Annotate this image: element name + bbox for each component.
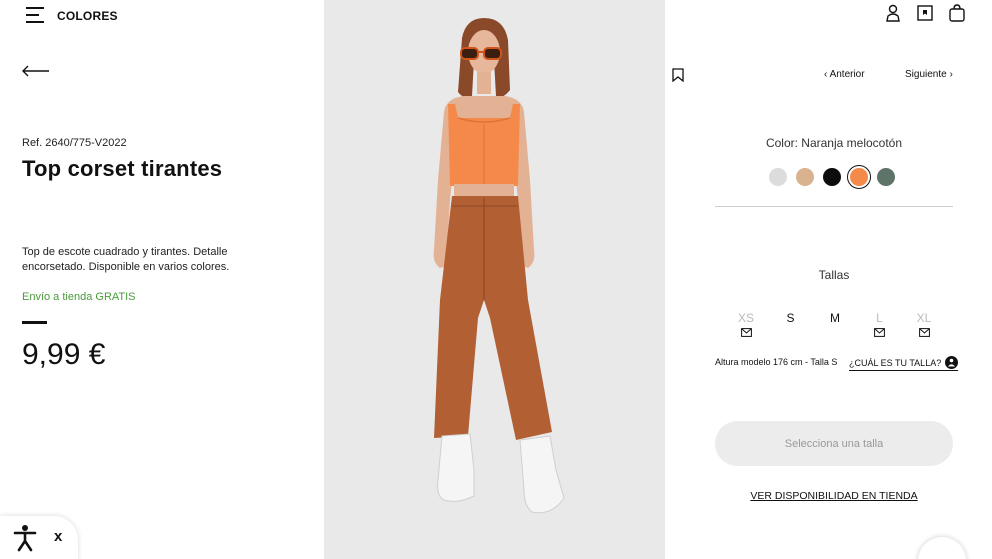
swatch-orange[interactable] [847,165,871,189]
previous-product-link[interactable]: ‹ Anterior [824,69,865,80]
size-option-xs[interactable]: XS [726,311,766,337]
notify-mail-icon [740,328,752,337]
color-swatches [769,165,895,189]
size-options: XS S M L XL [726,311,944,337]
size-label: S [786,311,795,325]
user-icon[interactable] [884,4,902,22]
size-guide-link[interactable]: ¿CUÁL ES TU TALLA? [849,356,959,371]
product-price: 9,99 € [22,338,106,371]
header-icons [884,4,966,22]
size-label: XS [737,311,754,325]
color-label: Color: Naranja melocotón [765,136,903,150]
sizes-label: Tallas [818,268,850,282]
model-size-info: Altura modelo 176 cm - Talla S [715,357,838,367]
previous-label: Anterior [829,69,865,80]
price-divider [22,321,47,324]
bookmark-icon[interactable] [916,4,934,22]
bag-icon[interactable] [948,4,966,22]
accessibility-close-button[interactable]: x [54,528,62,545]
product-title: Top corset tirantes [22,156,223,181]
swatch-light-grey[interactable] [769,168,787,186]
accessibility-icon[interactable] [12,524,38,557]
size-option-l[interactable]: L [860,311,900,337]
swatch-beige[interactable] [796,168,814,186]
colors-menu-label[interactable]: COLORES [57,9,118,23]
size-option-m[interactable]: M [815,311,855,337]
model-photo [433,18,565,514]
select-size-button[interactable]: Selecciona una talla [715,421,953,466]
product-description: Top de escote cuadrado y tirantes. Detal… [22,246,230,273]
next-label: Siguiente [905,69,947,80]
product-info-panel: COLORES Ref. 2640/775-V2022 Top corset t… [0,0,324,559]
accessibility-widget: x [0,516,78,559]
size-guide-icon [945,356,959,369]
size-label: XL [916,311,932,325]
swatch-black[interactable] [823,168,841,186]
swatch-green[interactable] [877,168,895,186]
notify-mail-icon [918,328,930,337]
size-guide-label: ¿CUÁL ES TU TALLA? [849,357,942,368]
store-availability-link[interactable]: VER DISPONIBILIDAD EN TIENDA [715,490,953,502]
shipping-info: Envío a tienda GRATIS [22,291,136,303]
save-bookmark-icon[interactable] [672,68,684,87]
size-option-xl[interactable]: XL [904,311,944,337]
size-option-s[interactable]: S [771,311,811,337]
menu-icon[interactable] [26,6,46,24]
size-label: M [830,311,840,325]
product-image[interactable] [324,0,665,559]
notify-mail-icon [874,328,885,337]
size-label: L [876,311,883,325]
back-arrow-icon[interactable] [22,62,50,80]
section-divider [715,206,953,207]
chat-icon[interactable] [918,537,966,559]
next-product-link[interactable]: Siguiente › [905,69,953,80]
product-reference: Ref. 2640/775-V2022 [22,137,127,149]
